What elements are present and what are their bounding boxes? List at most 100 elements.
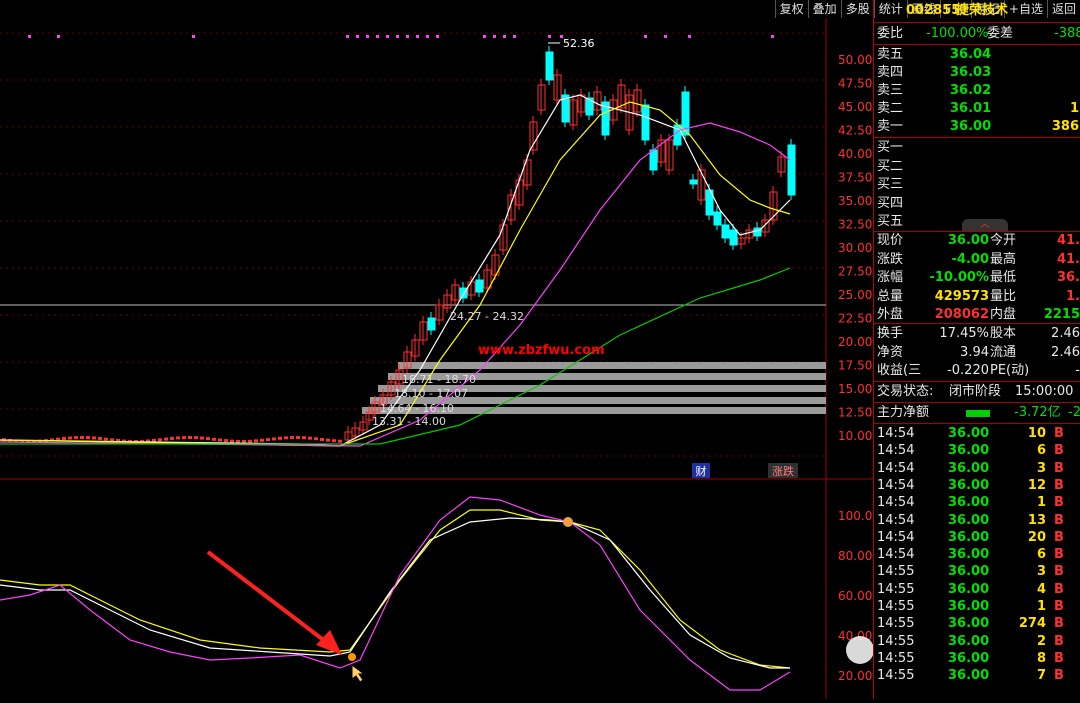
- tick-volume: 12: [1027, 477, 1046, 493]
- price-axis-label: 42.50: [838, 124, 872, 138]
- tick-row[interactable]: 14:54 36.00 12 B: [874, 477, 1080, 495]
- quote-value: 208062: [934, 307, 989, 322]
- quote-label: 涨跌: [877, 251, 904, 267]
- tick-row[interactable]: 14:55 36.00 7 B: [874, 667, 1080, 685]
- toolbar-button[interactable]: 叠加: [807, 0, 841, 18]
- quote-value-2: 2.46: [1051, 344, 1080, 360]
- kdj-axis-label: 100.0: [838, 509, 872, 523]
- bid-label: 买四: [877, 195, 904, 211]
- signal-dot: [436, 35, 439, 38]
- tick-time: 14:54: [877, 460, 915, 476]
- collapse-button[interactable]: ︿: [962, 219, 1008, 231]
- tick-price: 36.00: [948, 512, 990, 528]
- candle: [176, 436, 180, 440]
- quote-value: 429573: [934, 288, 989, 304]
- quote-value: 17.45%: [939, 326, 989, 341]
- kdj-cross-marker: [563, 517, 573, 527]
- tick-volume: 2: [1036, 633, 1046, 649]
- candle: [641, 104, 650, 141]
- tick-dir: B: [1054, 616, 1064, 632]
- range-label: 24.27 - 24.32: [450, 310, 524, 323]
- signal-dot: [503, 35, 506, 38]
- toolbar-button[interactable]: 多股: [840, 0, 874, 18]
- bid-label: 买一: [877, 140, 904, 155]
- tick-row[interactable]: 14:55 36.00 4 B: [874, 581, 1080, 599]
- candle: [212, 437, 216, 441]
- tick-volume: 4: [1036, 581, 1046, 597]
- quote-label: 涨幅: [877, 270, 904, 285]
- tick-time: 14:54: [877, 529, 915, 545]
- bid-label: 买五: [877, 214, 904, 229]
- quote-row: 换手 17.45% 股本 2.46: [874, 325, 1080, 343]
- tick-row[interactable]: 14:54 36.00 6 B: [874, 546, 1080, 564]
- tick-row[interactable]: 14:54 36.00 3 B: [874, 460, 1080, 478]
- tick-volume: 10: [1027, 426, 1046, 441]
- tick-row[interactable]: 14:54 36.00 10 B: [874, 425, 1080, 443]
- kdj-axis-label: 80.00: [838, 549, 872, 563]
- quote-label: 收益(三: [877, 363, 922, 378]
- signal-dot: [416, 35, 419, 38]
- toolbar-button[interactable]: 复权: [774, 0, 808, 18]
- tick-time: 14:55: [877, 668, 915, 684]
- quote-value: -4.00: [951, 251, 989, 267]
- tick-row[interactable]: 14:55 36.00 8 B: [874, 650, 1080, 668]
- candle: [98, 437, 102, 441]
- high-label: 52.36: [563, 37, 595, 50]
- quote-value: 36.00: [947, 233, 989, 248]
- quote-label: 外盘: [877, 307, 904, 322]
- quote-label: 净资: [877, 344, 904, 360]
- signal-dot: [771, 35, 774, 38]
- tick-price: 36.00: [948, 599, 990, 614]
- candle: [80, 436, 84, 440]
- candle: [242, 439, 246, 443]
- candle: [338, 439, 342, 443]
- price-axis-label: 12.50: [838, 406, 872, 420]
- tick-dir: B: [1054, 547, 1064, 563]
- tick-row[interactable]: 14:55 36.00 1 B: [874, 598, 1080, 616]
- tick-row[interactable]: 14:54 36.00 13 B: [874, 512, 1080, 530]
- stock-name: 捷荣技术: [956, 3, 1009, 18]
- tick-volume: 6: [1036, 547, 1046, 563]
- tick-price: 36.00: [948, 581, 990, 597]
- ask-row: 卖三 36.02: [874, 82, 1080, 100]
- candle: [68, 436, 72, 440]
- signal-dot: [57, 35, 60, 38]
- candle: [194, 436, 198, 440]
- tick-row[interactable]: 14:54 36.00 6 B: [874, 442, 1080, 460]
- weibi-row: 委比 -100.00% 委差 -388: [877, 26, 1080, 41]
- tick-row[interactable]: 14:55 36.00 3 B: [874, 563, 1080, 581]
- price-axis-label: 22.50: [838, 312, 872, 326]
- tick-dir: B: [1054, 512, 1064, 528]
- candle: [713, 211, 722, 226]
- candle: [104, 437, 108, 441]
- candle: [200, 436, 204, 440]
- tick-row[interactable]: 14:55 36.00 274 B: [874, 615, 1080, 633]
- candle: [314, 437, 318, 441]
- signal-dot: [548, 35, 551, 38]
- tick-row[interactable]: 14:55 36.00 2 B: [874, 633, 1080, 651]
- tick-time: 14:54: [877, 426, 915, 441]
- quote-value-2: -: [1075, 363, 1080, 378]
- kdj-cross-marker: [348, 653, 356, 661]
- candle: [427, 317, 436, 331]
- tick-price: 36.00: [948, 443, 990, 459]
- tick-dir: B: [1054, 495, 1064, 511]
- ask-label: 卖四: [877, 65, 904, 80]
- tick-row[interactable]: 14:54 36.00 1 B: [874, 494, 1080, 512]
- candle: [266, 438, 270, 442]
- kline-chart[interactable]: 50.00 47.50 45.00 42.50 40.00 37.50 35.00 32.50…: [0, 0, 1026, 699]
- tick-row[interactable]: 14:54 36.00 20 B: [874, 529, 1080, 547]
- tick-volume: 3: [1036, 564, 1046, 580]
- candle: [308, 436, 312, 440]
- quote-value: 3.94: [960, 344, 989, 360]
- ask-label: 卖一: [877, 119, 904, 134]
- tick-volume: 6: [1036, 443, 1046, 459]
- ask-price: 36.04: [950, 47, 992, 62]
- tick-price: 36.00: [948, 633, 990, 649]
- tick-time: 14:55: [877, 581, 915, 597]
- quote-value-2: 2215: [1043, 307, 1080, 322]
- tick-price: 36.00: [948, 477, 990, 493]
- ask-price: 36.00: [950, 119, 992, 134]
- quote-panel: 002855 捷荣技术 委比 -100.00% 委差 -388 卖五36.04卖…: [873, 0, 1080, 699]
- kline-chart-area[interactable]: 50.00 47.50 45.00 42.50 40.00 37.50 35.00 32.50…: [0, 0, 1026, 699]
